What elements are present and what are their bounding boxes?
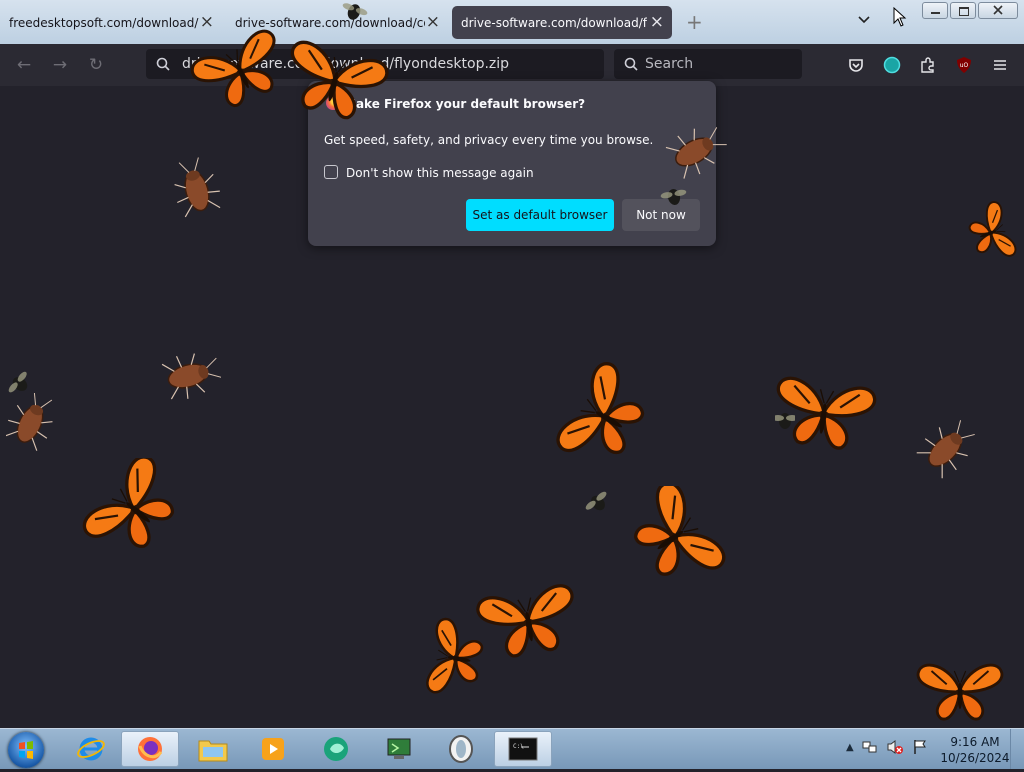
taskbar-terminal-app[interactable] xyxy=(370,731,428,767)
clock-date: 10/26/2024 xyxy=(940,751,1010,765)
taskbar-firefox[interactable] xyxy=(121,731,179,767)
tab-1[interactable]: freedesktopsoft.com/download/bu × xyxy=(0,6,222,39)
search-icon xyxy=(624,57,638,71)
tab-title: drive-software.com/download/coc xyxy=(235,15,425,30)
cockroach-decoration xyxy=(170,156,224,219)
account-icon[interactable] xyxy=(883,56,901,74)
tab-title: drive-software.com/download/flyo xyxy=(461,15,647,30)
default-browser-popup: Make Firefox your default browser? Get s… xyxy=(308,81,716,246)
tab-2[interactable]: drive-software.com/download/coc × xyxy=(226,6,448,39)
butterfly-decoration xyxy=(620,486,731,586)
butterfly-decoration xyxy=(916,663,1004,721)
url-bar[interactable]: drive-software.com/download/flyondesktop… xyxy=(146,49,604,79)
forward-arrow-icon[interactable]: → xyxy=(50,55,70,75)
taskbar-command-prompt[interactable]: C:\ xyxy=(494,731,552,767)
taskbar-media-player[interactable] xyxy=(244,731,302,767)
butterfly-decoration xyxy=(78,458,188,558)
cockroach-decoration xyxy=(160,350,221,402)
firefox-icon xyxy=(138,737,163,761)
butterfly-decoration xyxy=(474,582,582,663)
window-controls xyxy=(922,2,1018,19)
media-player-icon xyxy=(262,738,284,760)
tab-title: freedesktopsoft.com/download/bu xyxy=(9,15,199,30)
tab-close-icon[interactable]: × xyxy=(426,12,440,32)
search-placeholder: Search xyxy=(645,56,694,72)
tab-3-active[interactable]: drive-software.com/download/flyo × xyxy=(452,6,672,39)
minimize-button[interactable] xyxy=(922,2,948,19)
butterfly-decoration xyxy=(424,616,488,701)
set-default-browser-button[interactable]: Set as default browser xyxy=(466,199,614,231)
not-now-button[interactable]: Not now xyxy=(622,199,700,231)
taskbar-internet-explorer[interactable] xyxy=(62,731,120,767)
action-center-flag-icon[interactable] xyxy=(912,739,928,755)
hamburger-menu-icon[interactable] xyxy=(991,56,1009,74)
taskbar-browser-app[interactable] xyxy=(307,731,365,767)
firefox-icon xyxy=(326,96,340,110)
system-tray: ▲ xyxy=(846,739,928,755)
extensions-puzzle-icon[interactable] xyxy=(919,56,937,74)
internet-explorer-icon xyxy=(77,737,105,761)
popup-body-text: Get speed, safety, and privacy every tim… xyxy=(324,133,654,147)
tray-expand-arrow-icon[interactable]: ▲ xyxy=(846,742,854,753)
command-prompt-icon: C:\ xyxy=(508,737,538,761)
search-bar[interactable]: Search xyxy=(614,49,802,79)
fly-decoration xyxy=(582,488,614,518)
tab-close-icon[interactable]: × xyxy=(200,12,214,32)
window-close-button[interactable] xyxy=(978,2,1018,19)
fly-decoration xyxy=(5,370,35,398)
list-all-tabs-chevron-icon[interactable] xyxy=(856,12,872,28)
search-icon xyxy=(156,57,170,71)
volume-muted-icon[interactable] xyxy=(886,739,904,755)
pocket-icon[interactable] xyxy=(847,56,865,74)
windows-taskbar: C:\ ▲ 9:16 AM 10/26/2024 xyxy=(0,728,1024,769)
url-text: drive-software.com/download/flyondesktop… xyxy=(182,56,510,72)
popup-heading: Make Firefox your default browser? xyxy=(344,97,586,111)
svg-text:uO: uO xyxy=(960,62,969,69)
folder-icon xyxy=(198,740,228,762)
network-icon[interactable] xyxy=(862,739,878,755)
back-arrow-icon[interactable]: ← xyxy=(14,55,34,75)
nav-toolbar: ← → ↻ drive-software.com/download/flyond… xyxy=(0,44,1024,86)
start-button[interactable] xyxy=(8,732,44,768)
taskbar-opera[interactable] xyxy=(432,731,490,767)
taskbar-file-explorer[interactable] xyxy=(184,731,242,767)
monitor-app-icon xyxy=(387,738,411,759)
restore-button[interactable] xyxy=(950,2,976,19)
ublock-origin-icon[interactable]: uO xyxy=(955,56,973,74)
new-tab-plus-icon[interactable]: + xyxy=(686,10,703,34)
browser-globe-icon xyxy=(324,737,348,761)
reload-icon[interactable]: ↻ xyxy=(86,55,106,75)
opera-icon xyxy=(449,735,473,763)
tab-strip: freedesktopsoft.com/download/bu × drive-… xyxy=(0,0,1024,44)
butterfly-decoration xyxy=(552,362,658,470)
dont-show-again-label[interactable]: Don't show this message again xyxy=(346,166,534,180)
mouse-cursor-icon xyxy=(893,7,907,27)
fly-decoration xyxy=(775,413,795,429)
windows-logo-icon xyxy=(19,741,33,759)
butterfly-decoration xyxy=(769,375,878,454)
show-desktop-button[interactable] xyxy=(1010,729,1024,769)
butterfly-decoration xyxy=(962,199,1019,267)
dont-show-again-checkbox[interactable] xyxy=(324,165,338,179)
tab-close-icon[interactable]: × xyxy=(650,12,664,32)
taskbar-clock[interactable]: 9:16 AM 10/26/2024 xyxy=(930,734,1020,766)
cockroach-decoration xyxy=(6,393,54,454)
cockroach-decoration xyxy=(914,418,976,482)
clock-time: 9:16 AM xyxy=(950,735,1000,749)
